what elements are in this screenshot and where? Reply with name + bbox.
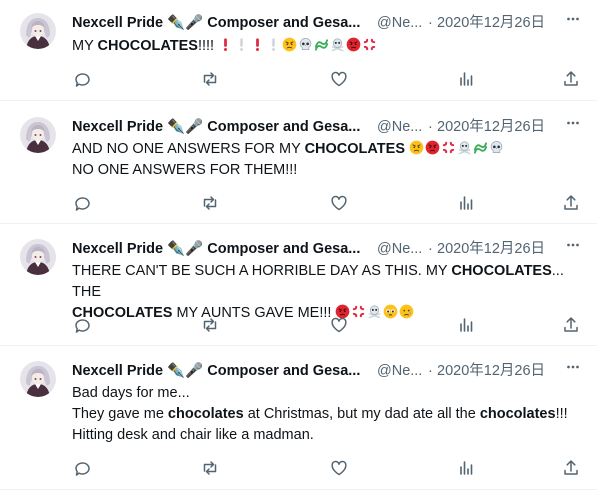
tweet[interactable]: Nexcell Pride ✒️🎤 Composer and Gesa... @N… <box>0 346 597 490</box>
tweet-text: AND NO ONE ANSWERS FOR MY CHOCOLATES NO … <box>72 139 579 181</box>
text-segment: !!! <box>555 406 568 422</box>
tweet-text-line: They gave me chocolates at Christmas, bu… <box>72 404 579 425</box>
more-icon[interactable] <box>561 7 585 31</box>
avatar[interactable] <box>20 117 56 153</box>
highlighted-word: chocolates <box>167 406 244 422</box>
reply-icon[interactable] <box>72 315 92 335</box>
more-icon[interactable] <box>561 233 585 257</box>
avatar[interactable] <box>20 13 56 49</box>
text-segment: NO ONE ANSWERS FOR THEM!!! <box>72 162 298 178</box>
share-icon[interactable] <box>561 315 581 335</box>
tweet-header: Nexcell Pride ✒️🎤 Composer and Gesa... @N… <box>72 239 597 259</box>
text-segment: !!!! <box>197 38 219 54</box>
tweet-header: Nexcell Pride ✒️🎤 Composer and Gesa... @N… <box>72 13 597 33</box>
action-bar <box>72 458 579 482</box>
text-segment: at Christmas, but my dad ate all the <box>243 406 480 422</box>
wave-emoji <box>315 39 329 51</box>
author-name[interactable]: Nexcell Pride ✒️🎤 Composer and Gesa... <box>72 13 367 33</box>
timestamp[interactable]: 2020年12月26日 <box>437 117 545 137</box>
rage-face-emoji <box>346 37 361 52</box>
like-icon[interactable] <box>329 458 349 478</box>
views-icon[interactable] <box>456 458 476 478</box>
separator-dot: · <box>428 15 433 31</box>
text-segment: Bad days for me... <box>72 385 190 401</box>
highlighted-word: chocolates <box>479 406 556 422</box>
share-icon[interactable] <box>561 193 581 213</box>
views-icon[interactable] <box>456 193 476 213</box>
skull-crossbones-emoji <box>331 38 344 52</box>
author-name[interactable]: Nexcell Pride ✒️🎤 Composer and Gesa... <box>72 239 367 259</box>
action-bar <box>72 315 579 339</box>
anger-symbol-emoji <box>442 141 455 154</box>
grey-exclamation-emoji <box>240 38 244 51</box>
author-name[interactable]: Nexcell Pride ✒️🎤 Composer and Gesa... <box>72 117 367 137</box>
author-name[interactable]: Nexcell Pride ✒️🎤 Composer and Gesa... <box>72 361 367 381</box>
separator-dot: · <box>428 363 433 379</box>
tweet-text: MY CHOCOLATES!!!! <box>72 36 579 57</box>
author-handle[interactable]: @Ne... <box>377 117 422 137</box>
separator-dot: · <box>428 241 433 257</box>
skull-crossbones-emoji <box>458 141 471 155</box>
tweet[interactable]: Nexcell Pride ✒️🎤 Composer and Gesa... @N… <box>0 0 597 101</box>
grey-exclamation-emoji <box>272 38 276 51</box>
like-icon[interactable] <box>329 193 349 213</box>
retweet-icon[interactable] <box>200 315 220 335</box>
highlighted-word: CHOCOLATES <box>97 38 198 54</box>
skull-emoji <box>490 141 503 153</box>
tweet-text-line: AND NO ONE ANSWERS FOR MY CHOCOLATES <box>72 139 579 160</box>
action-bar <box>72 69 579 93</box>
skull-emoji <box>299 38 312 50</box>
angry-face-emoji <box>409 140 424 155</box>
red-exclamation-emoji <box>224 38 228 51</box>
author-handle[interactable]: @Ne... <box>377 361 422 381</box>
highlighted-word: CHOCOLATES <box>451 263 552 279</box>
tweet-text-line: NO ONE ANSWERS FOR THEM!!! <box>72 160 579 181</box>
avatar[interactable] <box>20 361 56 397</box>
like-icon[interactable] <box>329 315 349 335</box>
views-icon[interactable] <box>456 315 476 335</box>
views-icon[interactable] <box>456 69 476 89</box>
anger-symbol-emoji <box>363 38 376 51</box>
more-icon[interactable] <box>561 355 585 379</box>
action-bar <box>72 193 579 217</box>
like-icon[interactable] <box>329 69 349 89</box>
tweet[interactable]: Nexcell Pride ✒️🎤 Composer and Gesa... @N… <box>0 101 597 224</box>
text-segment: They gave me <box>72 406 168 422</box>
more-icon[interactable] <box>561 111 585 135</box>
timestamp[interactable]: 2020年12月26日 <box>437 13 545 33</box>
red-exclamation-emoji <box>256 38 260 51</box>
reply-icon[interactable] <box>72 69 92 89</box>
retweet-icon[interactable] <box>200 69 220 89</box>
author-handle[interactable]: @Ne... <box>377 239 422 259</box>
wave-emoji <box>473 142 488 154</box>
retweet-icon[interactable] <box>200 193 220 213</box>
highlighted-word: CHOCOLATES <box>304 141 406 157</box>
angry-face-emoji <box>282 37 297 52</box>
separator-dot: · <box>428 119 433 135</box>
tweet-header: Nexcell Pride ✒️🎤 Composer and Gesa... @N… <box>72 117 597 137</box>
share-icon[interactable] <box>561 458 581 478</box>
text-segment: MY <box>72 38 98 54</box>
avatar[interactable] <box>20 239 56 275</box>
reply-icon[interactable] <box>72 193 92 213</box>
tweet-header: Nexcell Pride ✒️🎤 Composer and Gesa... @N… <box>72 361 597 381</box>
author-handle[interactable]: @Ne... <box>377 13 422 33</box>
tweet-text-line: THERE CAN'T BE SUCH A HORRIBLE DAY AS TH… <box>72 261 579 303</box>
tweet-text: Bad days for me... They gave me chocolate… <box>72 383 579 446</box>
rage-face-emoji <box>425 140 440 155</box>
tweet[interactable]: Nexcell Pride ✒️🎤 Composer and Gesa... @N… <box>0 224 597 346</box>
text-segment: Hitting desk and chair like a madman. <box>72 427 314 443</box>
reply-icon[interactable] <box>72 458 92 478</box>
tweet-feed: Nexcell Pride ✒️🎤 Composer and Gesa... @N… <box>0 0 597 490</box>
share-icon[interactable] <box>561 69 581 89</box>
tweet-text-line: MY CHOCOLATES!!!! <box>72 36 579 57</box>
timestamp[interactable]: 2020年12月26日 <box>437 239 545 259</box>
timestamp[interactable]: 2020年12月26日 <box>437 361 545 381</box>
text-segment: THERE CAN'T BE SUCH A HORRIBLE DAY AS TH… <box>72 263 452 279</box>
tweet-text-line: Bad days for me... <box>72 383 579 404</box>
tweet-text-line: Hitting desk and chair like a madman. <box>72 425 579 446</box>
text-segment: AND NO ONE ANSWERS FOR MY <box>72 141 305 157</box>
retweet-icon[interactable] <box>200 458 220 478</box>
